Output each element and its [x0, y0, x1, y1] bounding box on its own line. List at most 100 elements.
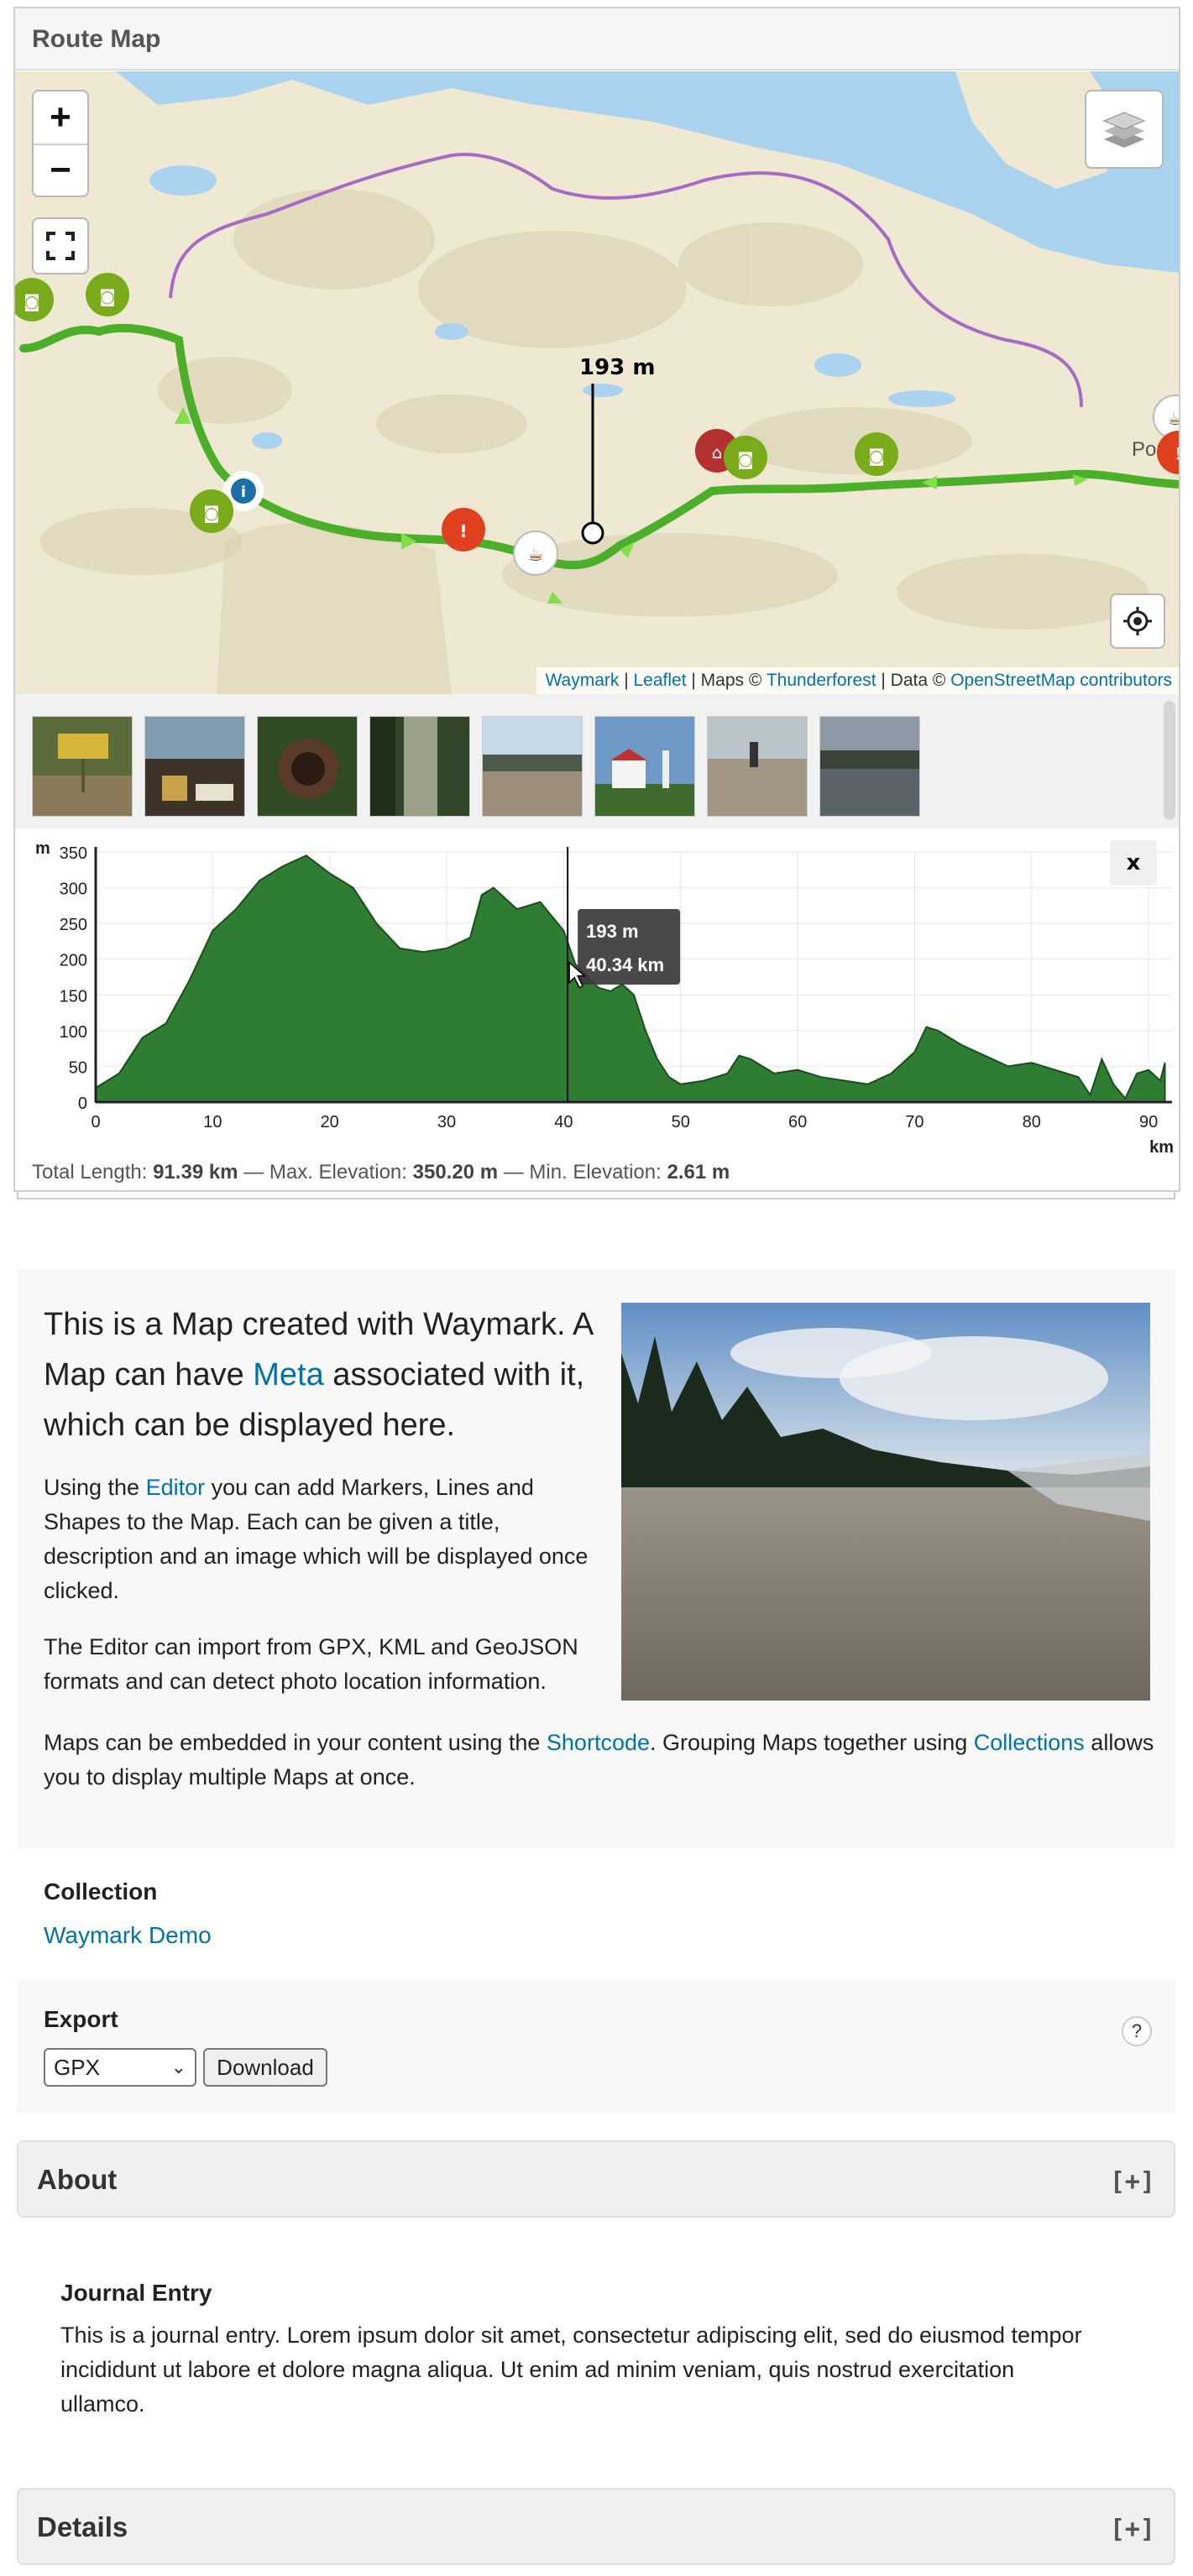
gallery-thumb[interactable]: [32, 716, 133, 817]
tooltip-distance: 40.34 km: [586, 954, 664, 975]
details-toggle[interactable]: [+]: [1110, 2515, 1155, 2544]
gallery-thumb[interactable]: [144, 716, 245, 817]
summary-sep: —: [503, 1161, 524, 1183]
meta-paragraph: The Editor can import from GPX, KML and …: [44, 1634, 578, 1694]
svg-text:☕: ☕: [527, 545, 544, 566]
summary-sep: —: [243, 1161, 264, 1183]
x-tick-label: 80: [1023, 1113, 1041, 1131]
chevron-down-icon: ⌄: [170, 2056, 186, 2077]
about-title: About: [37, 2164, 118, 2195]
elevation-hover-label: 193 m: [579, 355, 656, 380]
x-tick-label: 40: [554, 1113, 573, 1131]
y-tick-label: 300: [60, 880, 87, 899]
y-tick-label: 150: [60, 987, 87, 1006]
camera-marker[interactable]: ◙: [86, 273, 129, 316]
max-label: Max. Elevation:: [269, 1161, 407, 1183]
y-tick-label: 100: [60, 1023, 87, 1042]
details-accordion[interactable]: Details [+]: [17, 2488, 1175, 2565]
gallery-thumb[interactable]: [482, 716, 583, 817]
collection-title: Collection: [44, 1878, 158, 1905]
map-attribution: Waymark | Leaflet | Maps © Thunderforest…: [536, 667, 1179, 694]
about-toggle[interactable]: [+]: [1110, 2167, 1155, 2197]
x-axis-label: km: [1149, 1138, 1174, 1156]
leaflet-link[interactable]: Leaflet: [634, 671, 687, 690]
collections-link[interactable]: Collections: [974, 1730, 1085, 1755]
min-label: Min. Elevation:: [529, 1161, 662, 1183]
zoom-in-button[interactable]: +: [34, 91, 87, 144]
gallery-thumb[interactable]: [257, 716, 358, 817]
x-tick-label: 60: [788, 1113, 807, 1131]
journal-title: Journal Entry: [60, 2280, 212, 2306]
layers-button[interactable]: [1085, 90, 1164, 169]
camera-marker[interactable]: ◙: [190, 489, 233, 533]
svg-text:◙: ◙: [737, 449, 753, 469]
fullscreen-button[interactable]: [32, 217, 89, 274]
x-tick-label: 20: [321, 1113, 339, 1131]
x-tick-label: 10: [203, 1113, 222, 1131]
export-format-select[interactable]: GPX ⌄: [44, 2048, 196, 2087]
length-label: Total Length:: [32, 1161, 148, 1183]
meta-text: Using the: [44, 1475, 146, 1500]
meta-paragraph: Maps can be embedded in your content usi…: [44, 1726, 1160, 1795]
editor-link[interactable]: Editor: [146, 1475, 206, 1500]
chart-close-button[interactable]: x: [1110, 840, 1157, 886]
export-format-value: GPX: [54, 2055, 100, 2080]
map-canvas[interactable]: Port ◙ ◙ i ◙ ! ☕ ⌂ ◙ ◙ ☕ ! 193 m + −: [15, 71, 1180, 694]
meta-text: Maps can be embedded in your content usi…: [44, 1730, 547, 1755]
x-tick-label: 90: [1139, 1113, 1158, 1131]
elevation-chart: 0 50 100 150 200 250 300 350 0 10 20 30 40 50 60 70 80 90…: [15, 828, 1180, 1190]
y-tick-label: 200: [60, 952, 87, 970]
help-icon[interactable]: ?: [1122, 2016, 1152, 2046]
alert-marker[interactable]: !: [442, 508, 485, 551]
collection-link[interactable]: Waymark Demo: [44, 1922, 212, 1949]
gallery-thumb[interactable]: [594, 716, 695, 817]
meta-text: . Grouping Maps together using: [650, 1730, 974, 1755]
svg-text:!: !: [1175, 444, 1180, 464]
y-tick-label: 350: [60, 844, 87, 863]
camera-marker[interactable]: ◙: [855, 432, 898, 476]
meta-lead: This is a Map created with Waymark. A Ma…: [44, 1299, 598, 1450]
gallery-thumb[interactable]: [369, 716, 470, 817]
zoom-control: + −: [32, 90, 89, 197]
osm-link[interactable]: OpenStreetMap contributors: [950, 671, 1172, 690]
thunderforest-link[interactable]: Thunderforest: [767, 671, 876, 690]
locate-button[interactable]: [1110, 593, 1165, 649]
elevation-plot[interactable]: 0 50 100 150 200 250 300 350 0 10 20 30 40 50 60 70 80 90…: [15, 828, 1180, 1157]
svg-text:⌂: ⌂: [712, 442, 723, 462]
camera-marker[interactable]: ◙: [724, 436, 767, 479]
gallery-thumb[interactable]: [819, 716, 920, 817]
attribution-sep: |: [619, 671, 634, 690]
min-value: 2.61 m: [667, 1161, 730, 1183]
fullscreen-icon: [46, 232, 75, 260]
download-button[interactable]: Download: [203, 2048, 327, 2087]
attribution-data-text: | Data ©: [876, 671, 951, 690]
svg-text:☕: ☕: [1168, 409, 1180, 429]
meta-link[interactable]: Meta: [253, 1357, 323, 1393]
meta-photo: [621, 1303, 1150, 1701]
y-axis-label: m: [35, 839, 50, 858]
x-tick-label: 30: [437, 1113, 456, 1131]
map-widget: Route Map Port ◙ ◙ i ◙ ! ☕ ⌂ ◙ ◙ 193 m +…: [13, 7, 1180, 1192]
svg-text:i: i: [241, 483, 246, 501]
attribution-maps-text: | Maps ©: [686, 671, 767, 690]
layers-icon: [1102, 112, 1146, 148]
svg-text:◙: ◙: [24, 291, 39, 311]
gallery-thumb[interactable]: [707, 716, 808, 817]
locate-icon: [1123, 607, 1152, 635]
gallery-scrollbar[interactable]: [1164, 701, 1175, 820]
y-tick-label: 0: [78, 1095, 87, 1113]
tooltip-elevation: 193 m: [586, 921, 638, 942]
svg-text:◙: ◙: [99, 286, 115, 306]
svg-text:◙: ◙: [203, 503, 219, 523]
x-tick-label: 0: [91, 1113, 100, 1131]
max-value: 350.20 m: [412, 1161, 499, 1183]
zoom-out-button[interactable]: −: [34, 144, 87, 196]
shortcode-link[interactable]: Shortcode: [547, 1730, 650, 1755]
photo-gallery: [15, 694, 1179, 828]
svg-text:!: !: [459, 521, 467, 541]
hover-point: [581, 521, 604, 545]
coffee-marker[interactable]: ☕: [513, 530, 558, 576]
about-accordion[interactable]: About [+]: [17, 2140, 1175, 2218]
waymark-link[interactable]: Waymark: [545, 671, 619, 690]
svg-text:◙: ◙: [868, 446, 884, 466]
